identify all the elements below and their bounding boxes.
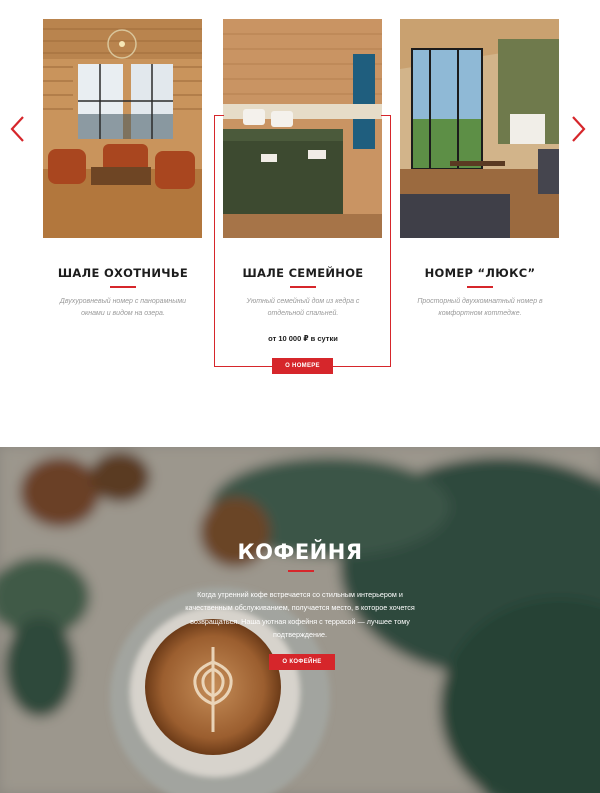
room-description: Двухуровневый номер с панорамными окнами… bbox=[59, 298, 187, 317]
room-photo[interactable] bbox=[400, 19, 559, 238]
room-card-lux[interactable]: НОМЕР “ЛЮКС” Просторный двухкомнатный но… bbox=[400, 19, 560, 320]
cafe-details-button[interactable]: О КОФЕЙНЕ bbox=[269, 654, 335, 670]
room-details-button[interactable]: О НОМЕРЕ bbox=[272, 358, 333, 374]
room-title: ШАЛЕ ОХОТНИЧЬЕ bbox=[57, 266, 189, 280]
cafe-title-underline bbox=[288, 570, 314, 572]
cafe-description: Когда утренний кофе встречается со стиль… bbox=[185, 590, 415, 639]
room-photo[interactable] bbox=[43, 19, 202, 238]
cafe-section: КОФЕЙНЯ Когда утренний кофе встречается … bbox=[0, 447, 600, 793]
title-underline bbox=[467, 286, 493, 288]
title-underline bbox=[110, 286, 136, 288]
rooms-carousel: ШАЛЕ ОХОТНИЧЬЕ Двухуровневый номер с пан… bbox=[0, 0, 600, 447]
chevron-left-icon bbox=[10, 116, 24, 142]
room-card-family-chalet[interactable]: ШАЛЕ СЕМЕЙНОЕ Уютный семейный дом из кед… bbox=[223, 19, 383, 343]
carousel-next-button[interactable] bbox=[568, 114, 588, 144]
chevron-right-icon bbox=[572, 116, 586, 142]
room-description: Уютный семейный дом из кедра с отдельной… bbox=[246, 298, 360, 317]
room-title: НОМЕР “ЛЮКС” bbox=[424, 266, 536, 280]
room-photo[interactable] bbox=[223, 19, 382, 238]
room-price: от 10 000 ₽ в сутки bbox=[268, 334, 338, 343]
cafe-title: КОФЕЙНЯ bbox=[237, 540, 363, 564]
carousel-prev-button[interactable] bbox=[8, 114, 28, 144]
title-underline bbox=[290, 286, 316, 288]
room-description: Просторный двухкомнатный номер в комфорт… bbox=[417, 298, 543, 317]
room-title: ШАЛЕ СЕМЕЙНОЕ bbox=[242, 266, 364, 280]
room-card-hunting-chalet[interactable]: ШАЛЕ ОХОТНИЧЬЕ Двухуровневый номер с пан… bbox=[43, 19, 203, 320]
